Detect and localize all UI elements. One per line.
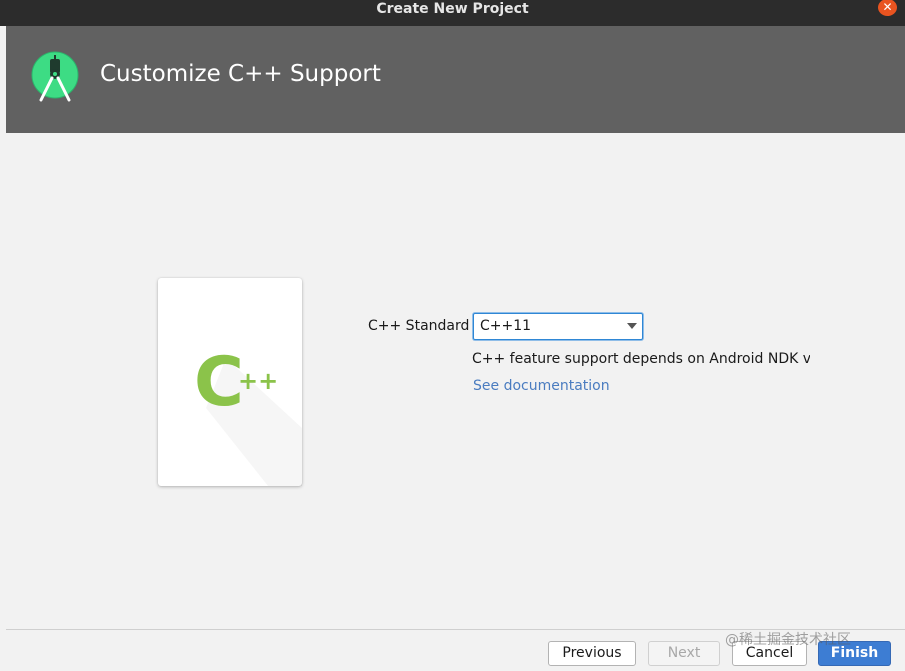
- next-button[interactable]: Next: [648, 641, 720, 666]
- create-project-dialog: Customize C++ Support C ++ C++ Standard …: [6, 26, 905, 671]
- footer-divider: [6, 629, 905, 630]
- cancel-button[interactable]: Cancel: [732, 641, 807, 666]
- android-studio-icon: [31, 51, 79, 102]
- cpp-logo-icon: C ++: [194, 343, 278, 422]
- cpp-standard-value: C++11: [480, 318, 532, 334]
- chevron-down-icon: [627, 323, 637, 329]
- see-documentation-link[interactable]: See documentation: [473, 378, 610, 394]
- dialog-header: Customize C++ Support: [6, 26, 905, 133]
- previous-button[interactable]: Previous: [548, 641, 636, 666]
- cpp-standard-label: C++ Standard: [368, 318, 470, 334]
- cpp-standard-select[interactable]: C++11: [473, 313, 643, 340]
- window-titlebar: Create New Project ✕: [0, 0, 905, 26]
- close-icon: ✕: [882, 0, 893, 14]
- page-title: Customize C++ Support: [100, 61, 381, 87]
- finish-button[interactable]: Finish: [818, 641, 891, 666]
- cpp-plus-signs: ++: [238, 367, 278, 395]
- cpp-letter-c: C: [194, 343, 244, 422]
- window-title: Create New Project: [376, 1, 529, 17]
- ndk-support-note: C++ feature support depends on Android N…: [472, 351, 810, 367]
- cpp-template-card: C ++: [158, 278, 302, 486]
